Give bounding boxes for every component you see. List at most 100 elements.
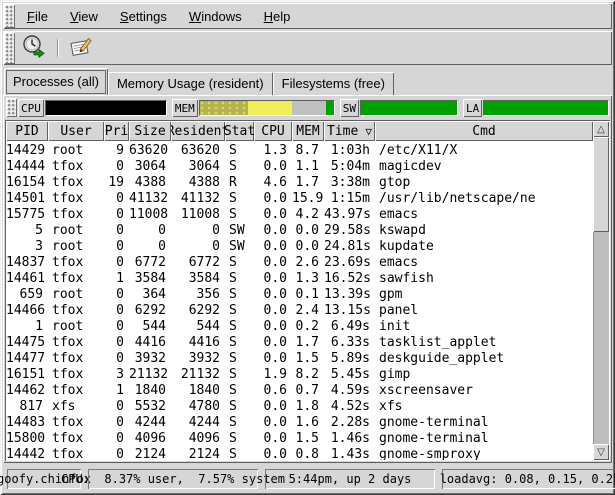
cell-cmd: /usr/lib/netscape/ne [375,191,593,207]
menu-item-settings[interactable]: Settings [109,5,178,28]
meter-label-la[interactable]: LA [463,99,482,117]
cell-cpu: 1.3 [254,143,292,159]
process-row[interactable]: 15775tfox01100811008S0.04.243.97semacs [6,207,593,223]
cell-cpu: 0.0 [254,239,292,255]
cell-time: 29.58s [324,223,375,239]
tab-filesystems-free[interactable]: Filesystems (free) [273,72,394,95]
process-row[interactable]: 5root000SW0.00.029.58skswapd [6,223,593,239]
tab-processes-all[interactable]: Processes (all) [4,68,108,95]
cell-mem: 0.1 [292,287,324,303]
column-header-resident[interactable]: Resident [171,121,225,141]
column-header-user[interactable]: User [48,121,104,141]
cell-pri: 0 [104,415,129,431]
process-row[interactable]: 16154tfox1943884388R4.61.73:38mgtop [6,175,593,191]
cell-time: 1:15m [324,191,375,207]
meter-label-sw[interactable]: SW [340,99,359,117]
cell-cpu: 0.0 [254,191,292,207]
statusbar-panel-time-uptime: 5:44pm, up 2 days [265,469,435,489]
column-header-size[interactable]: Size [129,121,171,141]
process-row[interactable]: 3root000SW0.00.024.81skupdate [6,239,593,255]
cell-resident: 3584 [171,271,225,287]
meter-segment [46,101,166,115]
cell-stat: S [225,287,254,303]
toolbar-grip[interactable] [4,32,15,64]
cell-mem: 2.4 [292,303,324,319]
column-header-time[interactable]: Time▽ [324,121,375,141]
process-row[interactable]: 659root0364356S0.00.113.39sgpm [6,287,593,303]
cell-resident: 4416 [171,335,225,351]
cell-pri: 0 [104,303,129,319]
column-header-pid[interactable]: PID [6,121,48,141]
column-header-cpu[interactable]: CPU [254,121,292,141]
menu-item-help[interactable]: Help [253,5,302,28]
process-row[interactable]: 817xfs055324780S0.01.84.52sxfs [6,399,593,415]
cell-pid: 16154 [6,175,48,191]
column-header-cmd[interactable]: Cmd [375,121,593,141]
menubar-grip[interactable] [4,4,15,28]
cell-pid: 14477 [6,351,48,367]
column-header-mem[interactable]: MEM [292,121,324,141]
cell-user: tfox [48,383,104,399]
timer-button[interactable] [16,33,52,63]
scrollbar-down-button[interactable]: ▽ [593,444,609,460]
cell-cpu: 0.0 [254,271,292,287]
process-row[interactable]: 14837tfox067726772S0.02.623.69semacs [6,255,593,271]
process-row[interactable]: 15800tfox040964096S0.01.51.46sgnome-term… [6,431,593,447]
cell-cpu: 4.6 [254,175,292,191]
statusbar-panel-cpu-usage: CPU: 8.37% user, 7.57% system [88,469,258,489]
meter-label-cpu[interactable]: CPU [18,99,44,117]
cell-user: tfox [48,367,104,383]
process-row[interactable]: 14483tfox042444244S0.01.62.28sgnome-term… [6,415,593,431]
cell-pid: 15775 [6,207,48,223]
scrollbar-up-button[interactable]: △ [593,121,609,137]
cell-cpu: 0.0 [254,223,292,239]
process-row[interactable]: 14444tfox030643064S0.01.15:04mmagicdev [6,159,593,175]
edit-button[interactable] [63,33,99,63]
cell-size: 3932 [129,351,171,367]
column-header-label-resident: Resident [171,124,225,139]
cell-mem: 2.6 [292,255,324,271]
cell-pri: 1 [104,271,129,287]
menu-item-windows[interactable]: Windows [178,5,253,28]
cell-cmd: gimp [375,367,593,383]
process-row[interactable]: 14442tfox021242124S0.00.81.43sgnome-smpr… [6,447,593,460]
process-row[interactable]: 1root0544544S0.00.26.49sinit [6,319,593,335]
process-row[interactable]: 16151tfox32113221132S1.98.25.45sgimp [6,367,593,383]
cell-time: 1.46s [324,431,375,447]
cell-stat: S [225,255,254,271]
cell-user: tfox [48,159,104,175]
process-row[interactable]: 14466tfox062926292S0.02.413.15spanel [6,303,593,319]
process-row[interactable]: 14429root96362063620S1.38.71:03h/etc/X11… [6,143,593,159]
meter-label-mem[interactable]: MEM [172,99,198,117]
notepad-pencil-icon [68,34,94,63]
column-header-pri[interactable]: Pri [104,121,129,141]
menu-item-file[interactable]: File [16,5,59,28]
scrollbar-track[interactable] [593,232,609,444]
cell-stat: S [225,415,254,431]
meter-segment [292,101,326,115]
cell-user: tfox [48,271,104,287]
meterbar-grip[interactable] [6,98,17,117]
cell-user: tfox [48,255,104,271]
cell-pri: 0 [104,319,129,335]
cell-cpu: 0.0 [254,335,292,351]
scrollbar-thumb[interactable] [593,137,609,232]
process-row[interactable]: 14477tfox039323932S0.01.55.89sdeskguide_… [6,351,593,367]
menu-item-view[interactable]: View [59,5,109,28]
column-header-stat[interactable]: Stat [225,121,254,141]
cell-cpu: 0.0 [254,399,292,415]
cell-mem: 1.7 [292,335,324,351]
process-row[interactable]: 14462tfox118401840S0.60.74.59sxscreensav… [6,383,593,399]
cell-stat: S [225,383,254,399]
cell-time: 23.69s [324,255,375,271]
cell-cpu: 0.6 [254,383,292,399]
process-row[interactable]: 14461tfox135843584S0.01.316.52ssawfish [6,271,593,287]
tab-memory-usage-resident[interactable]: Memory Usage (resident) [108,72,273,95]
cell-pri: 0 [104,287,129,303]
cell-pid: 14444 [6,159,48,175]
meter-bar: CPU MEM SW LA [5,97,610,118]
vertical-scrollbar[interactable]: △ ▽ [593,121,609,460]
process-row[interactable]: 14501tfox04113241132S0.015.91:15m/usr/li… [6,191,593,207]
cell-pid: 16151 [6,367,48,383]
process-row[interactable]: 14475tfox044164416S0.01.76.33stasklist_a… [6,335,593,351]
